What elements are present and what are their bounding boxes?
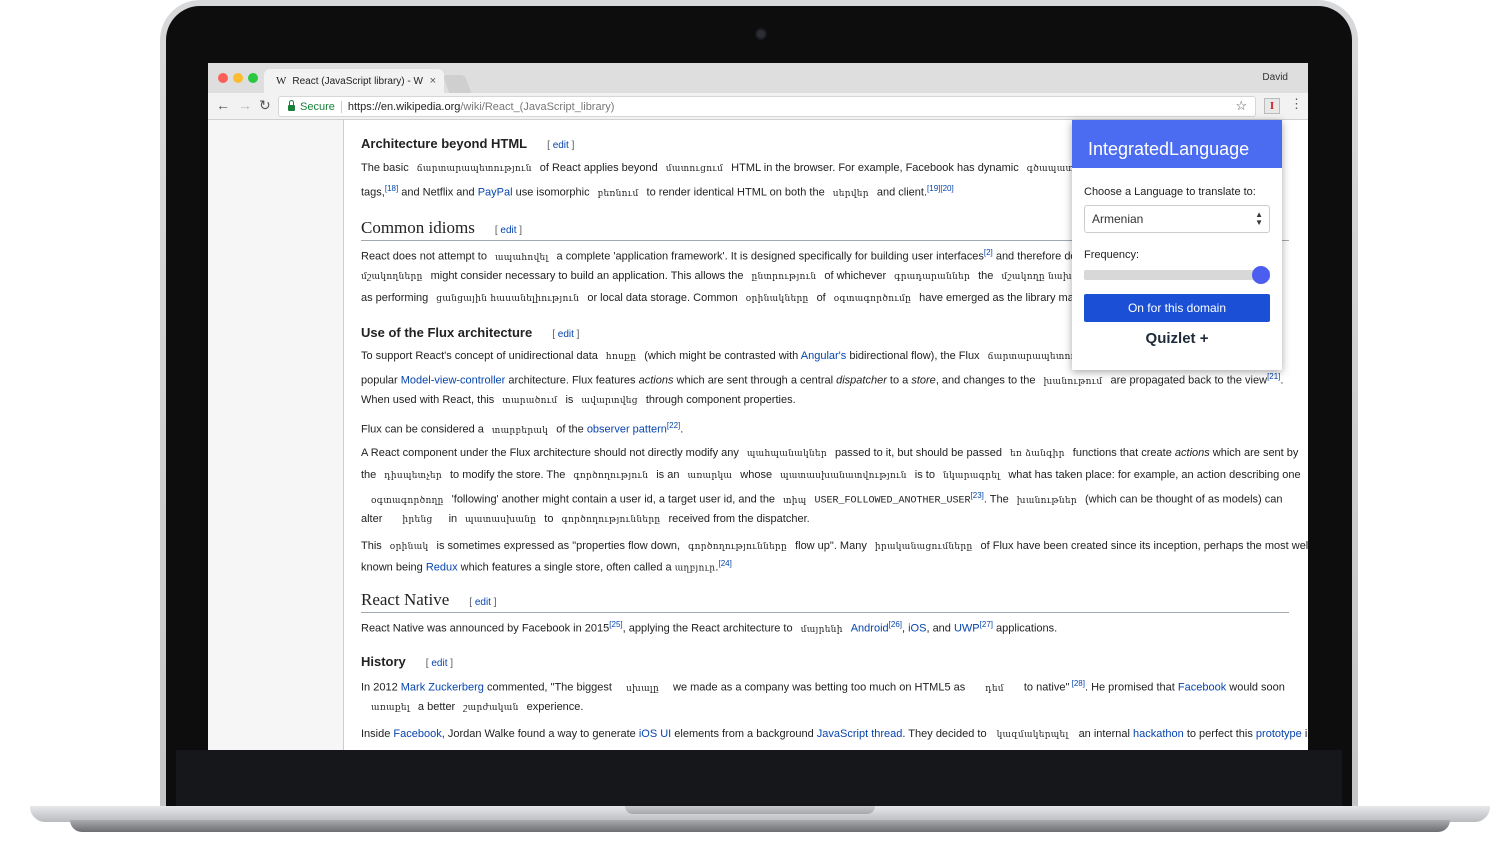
- edit-link[interactable]: edit: [558, 329, 574, 340]
- paypal-link[interactable]: PayPal: [478, 187, 513, 199]
- forward-icon[interactable]: →: [238, 97, 252, 113]
- language-value: Armenian: [1092, 212, 1144, 226]
- camera: [757, 30, 765, 38]
- extension-icon[interactable]: I: [1264, 98, 1280, 114]
- angular-link[interactable]: Angular's: [801, 350, 847, 362]
- bookmark-star-icon[interactable]: ☆: [1235, 98, 1247, 114]
- ios-link[interactable]: iOS: [908, 623, 926, 635]
- tab-title: React (JavaScript library) - W: [292, 75, 423, 87]
- text-line: Inside Facebook, Jordan Walke found a wa…: [361, 728, 1308, 740]
- laptop-notch: [625, 806, 875, 814]
- text-line: A React component under the Flux archite…: [361, 447, 1299, 459]
- tab-close-icon[interactable]: ×: [430, 75, 436, 87]
- text-line: the դիսպետչեր to modify the store. The գործ…: [361, 469, 1301, 481]
- edit-link[interactable]: edit: [431, 658, 447, 669]
- uwp-link[interactable]: UWP: [954, 623, 980, 635]
- secure-label: Secure: [300, 100, 335, 113]
- ios-ui-link[interactable]: iOS UI: [639, 728, 671, 740]
- close-window-icon[interactable]: [218, 73, 228, 83]
- text-line: The basic ճարտարապետություն of React appli…: [361, 162, 1111, 174]
- frequency-slider[interactable]: [1084, 266, 1270, 284]
- text-line: In 2012 Mark Zuckerberg commented, "The …: [361, 679, 1285, 694]
- text-line: օգտագործողը'following' another might con…: [371, 491, 1283, 507]
- text-line: When used with React, this տարածում is ավար…: [361, 394, 796, 406]
- text-line: To support React's concept of unidirecti…: [361, 350, 1103, 362]
- address-bar[interactable]: Secure https://en.wikipedia.org /wiki/Re…: [278, 96, 1256, 117]
- redux-link[interactable]: Redux: [426, 562, 458, 574]
- browser-menu-icon[interactable]: ⋮: [1290, 96, 1303, 112]
- mvc-link[interactable]: Model-view-controller: [401, 375, 506, 387]
- wikipedia-page: Architecture beyond HTML[ edit ] The bas…: [208, 120, 1308, 750]
- url-path: /wiki/React_(JavaScript_library): [460, 100, 615, 113]
- language-select[interactable]: Armenian ▲ ▼: [1084, 205, 1270, 233]
- reload-icon[interactable]: ↻: [259, 97, 271, 114]
- text-line: Flux can be considered a տարբերակ of the o…: [361, 421, 684, 436]
- text-line: popular Model-view-controller architectu…: [361, 372, 1284, 387]
- select-arrows-icon: ▲ ▼: [1255, 210, 1263, 227]
- browser-toolbar: ← → ↻ Secure https://en.wikipedia.org /w…: [208, 93, 1308, 120]
- heading-flux: Use of the Flux architecture[ edit ]: [361, 325, 580, 340]
- back-icon[interactable]: ←: [216, 97, 230, 113]
- text-line: tags,[18] and Netflix and PayPal use iso…: [361, 184, 954, 199]
- hackathon-link[interactable]: hackathon: [1133, 728, 1184, 740]
- quizlet-link[interactable]: Quizlet +: [1072, 330, 1282, 347]
- extension-title: IntegratedLanguage: [1072, 120, 1282, 168]
- new-tab-button[interactable]: [442, 75, 472, 93]
- observer-pattern-link[interactable]: observer pattern: [587, 424, 667, 436]
- javascript-thread-link[interactable]: JavaScript thread: [817, 728, 903, 740]
- text-line: This օրինակ is sometimes expressed as "pro…: [361, 540, 1308, 552]
- heading-history: History[ edit ]: [361, 654, 454, 669]
- text-line: React does not attempt to ապահովել a compl…: [361, 248, 1089, 263]
- text-line: as performing ցանցային հասանելիություն or …: [361, 292, 1102, 304]
- heading-architecture: Architecture beyond HTML[ edit ]: [361, 136, 575, 151]
- divider: [340, 100, 342, 113]
- language-label: Choose a Language to translate to:: [1084, 186, 1256, 198]
- text-line: մշակողները might consider necessary to bu…: [361, 270, 1116, 282]
- edit-link[interactable]: edit: [500, 225, 516, 236]
- profile-name[interactable]: David: [1262, 72, 1288, 83]
- wiki-sidebar: [208, 120, 344, 750]
- facebook-link[interactable]: Facebook: [1178, 682, 1226, 694]
- edit-link[interactable]: edit: [553, 140, 569, 151]
- on-for-domain-button[interactable]: On for this domain: [1084, 294, 1270, 322]
- slider-handle[interactable]: [1252, 266, 1270, 284]
- facebook-link[interactable]: Facebook: [393, 728, 441, 740]
- minimize-window-icon[interactable]: [233, 73, 243, 83]
- screen: W React (JavaScript library) - W × David…: [208, 63, 1308, 750]
- text-line: առաքել a better շարժական experience.: [371, 701, 584, 713]
- laptop-chin: [176, 750, 1342, 808]
- prototype-link[interactable]: prototype: [1256, 728, 1302, 740]
- browser-titlebar: W React (JavaScript library) - W × David: [208, 63, 1308, 93]
- laptop-base-bottom: [70, 820, 1450, 832]
- url-host: https://en.wikipedia.org: [347, 100, 461, 113]
- browser-tab[interactable]: W React (JavaScript library) - W ×: [264, 69, 444, 93]
- frequency-label: Frequency:: [1084, 249, 1140, 261]
- text-line: known being Redux which features a singl…: [361, 559, 732, 574]
- mark-zuckerberg-link[interactable]: Mark Zuckerberg: [401, 682, 484, 694]
- lock-icon: [288, 99, 295, 111]
- text-line: React Native was announced by Facebook i…: [361, 620, 1058, 635]
- edit-link[interactable]: edit: [475, 597, 491, 608]
- extension-popup: IntegratedLanguage Choose a Language to …: [1072, 120, 1282, 370]
- heading-react-native: React Native[ edit ]: [361, 590, 1289, 613]
- wikipedia-icon: W: [276, 75, 287, 87]
- maximize-window-icon[interactable]: [248, 73, 258, 83]
- text-line: alter իրենց in պատասխանը to գործողությունները…: [361, 513, 810, 525]
- android-link[interactable]: Android: [851, 623, 889, 635]
